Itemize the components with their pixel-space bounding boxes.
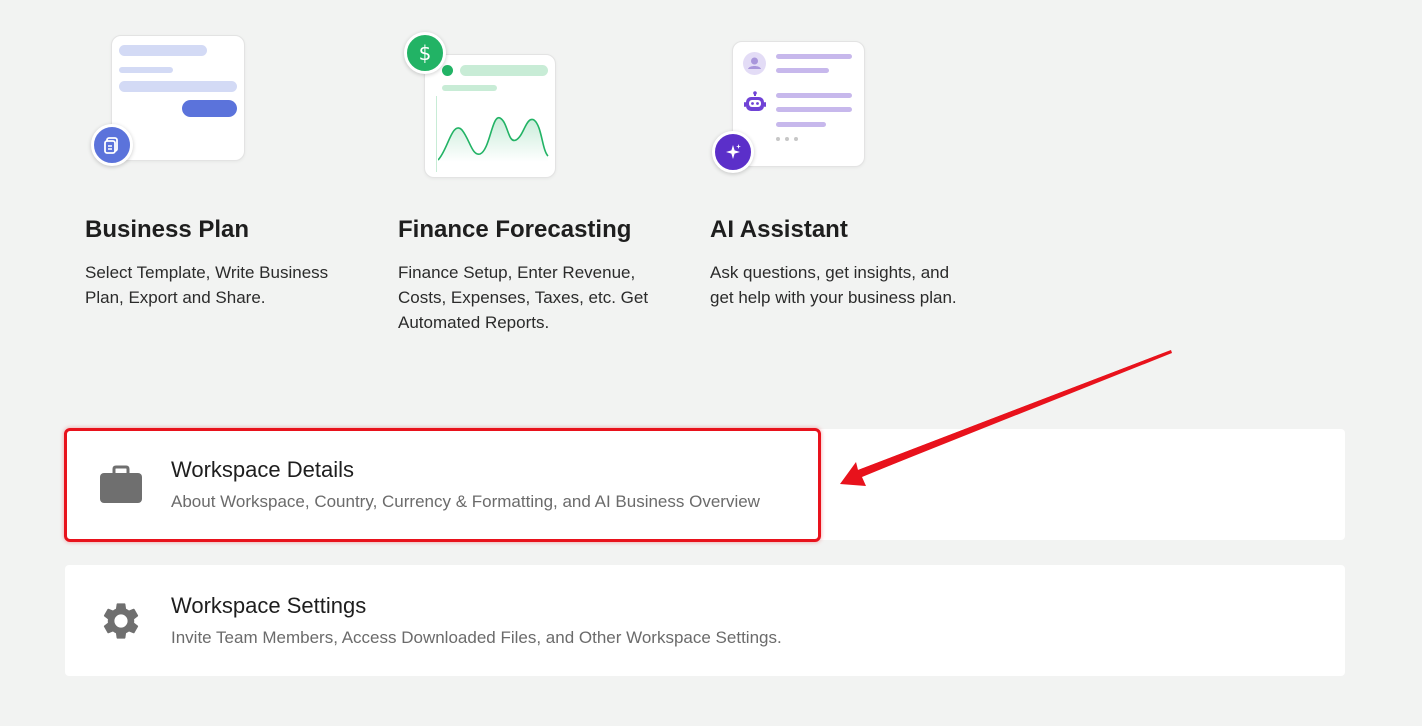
document-icon <box>91 124 133 166</box>
dollar-icon: $ <box>404 32 446 74</box>
feature-finance-forecasting[interactable]: $ Finance Forecasting Finance Setup, Ent… <box>398 30 678 332</box>
feature-title: Finance Forecasting <box>398 216 632 243</box>
row-title: Workspace Settings <box>171 593 367 618</box>
ai-assistant-illustration <box>710 30 890 190</box>
forecast-line-icon <box>438 117 549 162</box>
user-avatar-icon <box>743 52 766 75</box>
feature-description: Ask questions, get insights, and get hel… <box>710 263 957 307</box>
row-title: Workspace Details <box>171 457 354 482</box>
sparkle-icon <box>712 131 754 173</box>
feature-business-plan[interactable]: Business Plan Select Template, Write Bus… <box>85 30 365 307</box>
finance-forecasting-illustration: $ <box>398 30 578 190</box>
feature-title: Business Plan <box>85 216 250 243</box>
row-subtitle: About Workspace, Country, Currency & For… <box>171 492 760 511</box>
robot-icon <box>743 91 767 120</box>
workspace-home: Business Plan Select Template, Write Bus… <box>0 0 1422 726</box>
row-subtitle: Invite Team Members, Access Downloaded F… <box>171 628 782 647</box>
business-plan-illustration <box>85 30 265 190</box>
feature-ai-assistant[interactable]: AI Assistant Ask questions, get insights… <box>710 30 990 307</box>
gear-icon <box>99 599 143 643</box>
briefcase-icon <box>99 463 143 507</box>
workspace-settings-row[interactable]: Workspace Settings Invite Team Members, … <box>65 565 1345 676</box>
feature-description: Select Template, Write Business Plan, Ex… <box>85 263 329 307</box>
feature-description: Finance Setup, Enter Revenue, Costs, Exp… <box>398 263 649 332</box>
feature-title: AI Assistant <box>710 216 848 243</box>
workspace-details-row[interactable]: Workspace Details About Workspace, Count… <box>65 429 1345 540</box>
